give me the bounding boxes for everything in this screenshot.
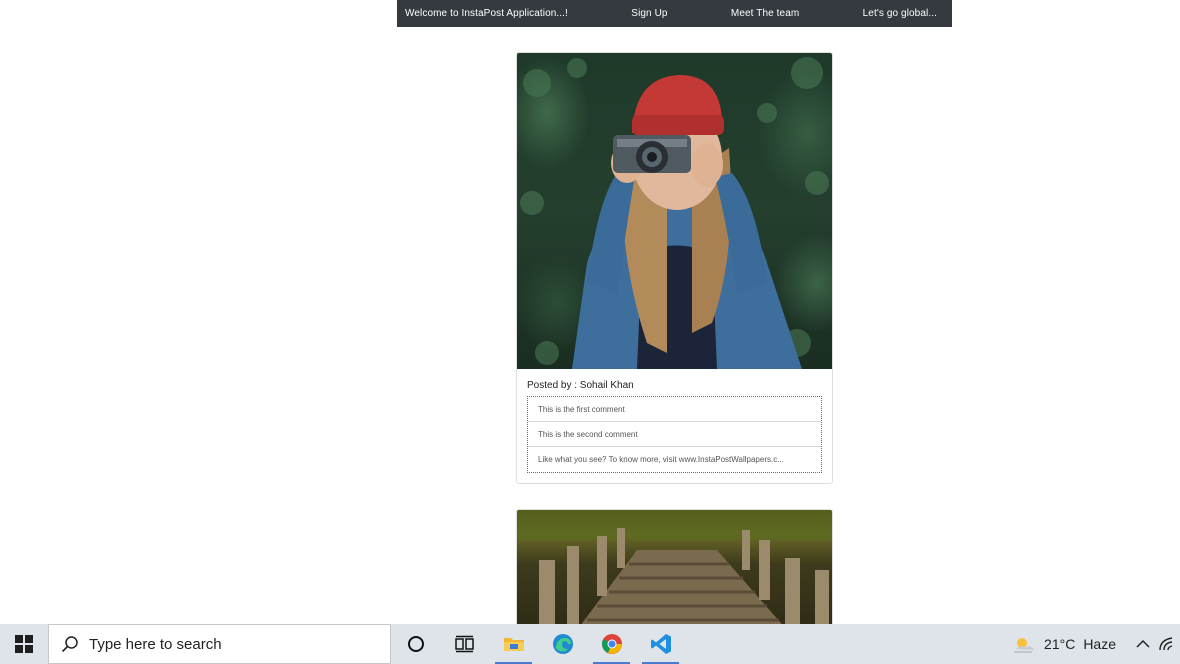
weather-temperature[interactable]: 21°C [1044,636,1075,652]
post-image [517,53,832,369]
task-view-button[interactable] [440,624,489,664]
photographer-illustration [520,57,829,369]
comment-item: This is the first comment [528,397,821,422]
posted-by: Posted by : Sohail Khan [527,380,634,391]
nav-link-sign-up[interactable]: Sign Up [631,8,667,19]
chrome-button[interactable] [587,624,636,664]
comments-list: This is the first comment This is the se… [527,396,822,473]
weather-haze-icon[interactable] [1012,634,1036,654]
edge-icon [552,634,573,654]
start-button[interactable] [0,624,48,664]
taskbar: Type here to search 21°C Haze [0,624,1180,664]
task-view-icon [454,635,474,653]
comment-item[interactable]: Like what you see? To know more, visit w… [528,447,821,472]
chevron-up-icon[interactable] [1136,639,1150,649]
post-card: Posted by : Sohail Khan This is the firs… [516,52,833,484]
system-tray: 21°C Haze [1012,634,1180,654]
nav-brand[interactable]: Welcome to InstaPost Application...! [405,8,568,19]
nav-link-meet-the-team[interactable]: Meet The team [731,8,799,19]
file-explorer-button[interactable] [489,624,538,664]
search-icon [61,636,78,653]
vscode-button[interactable] [636,624,685,664]
taskbar-search-box[interactable]: Type here to search [48,624,391,664]
edge-button[interactable] [538,624,587,664]
weather-description[interactable]: Haze [1083,636,1116,652]
search-placeholder: Type here to search [89,635,222,653]
vscode-icon [650,634,671,654]
comment-item: This is the second comment [528,422,821,447]
nav-link-go-global[interactable]: Let's go global... [863,8,937,19]
windows-logo-icon [15,635,33,653]
top-navbar: Welcome to InstaPost Application...! Sig… [397,0,952,27]
cortana-icon [407,636,424,652]
post-meta: Posted by : Sohail Khan This is the firs… [517,369,832,473]
cortana-button[interactable] [391,624,440,664]
post-image [517,510,832,630]
wifi-icon[interactable] [1158,636,1176,652]
file-explorer-icon [503,638,524,651]
dock-illustration [517,510,832,630]
chrome-icon [601,634,622,654]
